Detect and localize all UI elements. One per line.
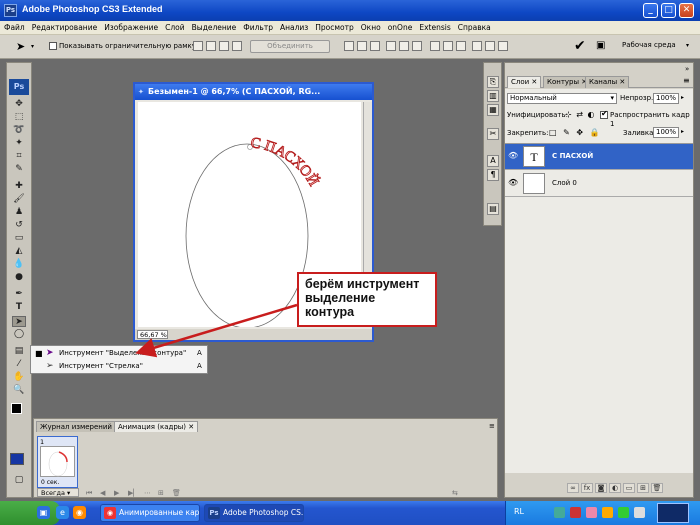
paragraph-panel-icon[interactable]: ¶ [487, 169, 499, 181]
histogram-panel-icon[interactable]: ▥ [487, 90, 499, 102]
brushes-panel-icon[interactable]: ▤ [487, 203, 499, 215]
layer-thumbnail [523, 173, 545, 194]
ie-quicklaunch-icon[interactable]: e [56, 506, 69, 519]
tab-label: Каналы [589, 78, 618, 86]
panel-menu-icon[interactable]: ≡ [683, 76, 690, 85]
convert-timeline-icon[interactable]: ⇆ [452, 489, 458, 497]
taskbar-item-label: Анимированные кар... [119, 508, 200, 517]
tab-layers[interactable]: Слои ✕ [507, 76, 542, 88]
opacity-label: Непрозр.: [620, 94, 656, 102]
layers-bottom-toolbar: ∞ fx ◙ ◐ ▭ ⊞ 🗑 [567, 483, 691, 495]
navigator-panel-icon[interactable]: ⎘ [487, 76, 499, 88]
start-button[interactable] [0, 501, 60, 525]
layer-row-base[interactable]: 👁 Слой 0 [505, 171, 693, 197]
taskbar-item-browser[interactable]: ◉ Анимированные кар... [100, 504, 200, 522]
tools-presets-panel-icon[interactable]: ✂ [487, 128, 499, 140]
tab-channels[interactable]: Каналы ✕ [585, 76, 630, 88]
tray-antivirus-icon[interactable] [570, 507, 581, 518]
taskbar-item-label: Adobe Photoshop CS... [223, 508, 304, 517]
layers-panel: » Слои ✕ Контуры ✕ Каналы ✕ ≡ Нормальный… [504, 62, 694, 498]
tab-label: Слои [511, 78, 530, 86]
delete-frame-icon[interactable]: 🗑 [172, 489, 181, 497]
tray-volume-icon[interactable] [634, 507, 645, 518]
tray-app-icon[interactable] [586, 507, 597, 518]
layer-thumbnail-text: T [523, 146, 545, 167]
blend-mode-value: Нормальный [510, 94, 557, 102]
new-group-icon[interactable]: ▭ [623, 483, 635, 493]
opacity-chevron-icon[interactable]: ▸ [681, 94, 684, 101]
first-frame-icon[interactable]: ⏮ [86, 489, 92, 498]
tab-animation-frames[interactable]: Анимация (кадры) ✕ [114, 421, 199, 432]
lock-icons[interactable]: □ ✎ ✥ 🔒 [549, 128, 602, 137]
taskbar: ▣ e ◉ ◉ Анимированные кар... Ps Adobe Ph… [0, 501, 700, 525]
layer-mask-icon[interactable]: ◙ [595, 483, 607, 493]
callout-line-1: берём инструмент [305, 277, 420, 291]
layers-controls: Нормальный ▾ Непрозр.: 100% ▸ Унифицирова… [505, 89, 693, 147]
next-frame-icon[interactable]: ▶▏ [128, 489, 139, 497]
tween-icon[interactable]: ⋯ [144, 489, 151, 497]
chevron-down-icon: ▾ [610, 94, 614, 102]
loop-options-select[interactable]: Всегда ▾ [37, 488, 79, 497]
tab-paths[interactable]: Контуры ✕ [543, 76, 592, 88]
callout-line-2: выделение [305, 291, 376, 305]
blend-mode-select[interactable]: Нормальный ▾ [507, 93, 617, 104]
annotation-callout: берём инструмент выделение контура [297, 272, 437, 327]
visibility-eye-icon[interactable]: 👁 [508, 179, 518, 187]
frame-number: 1 [40, 438, 45, 446]
lock-label: Закрепить: [507, 129, 549, 137]
character-panel-icon[interactable]: A [487, 155, 499, 167]
photoshop-icon: Ps [208, 507, 220, 519]
animation-frame[interactable]: 1 0 сек. [37, 436, 78, 488]
adjustment-layer-icon[interactable]: ◐ [609, 483, 621, 493]
tray-update-icon[interactable] [602, 507, 613, 518]
layer-name: С ПАСХОЙ [552, 152, 594, 160]
tab-label: Контуры [547, 78, 580, 86]
browser-icon: ◉ [104, 507, 116, 519]
animation-panel: Журнал измерений Анимация (кадры) ✕ ≡ 1 … [33, 418, 498, 498]
link-layers-icon[interactable]: ∞ [567, 483, 579, 493]
layer-row-text[interactable]: 👁 T С ПАСХОЙ [505, 144, 693, 170]
check-icon: ✔ [601, 109, 608, 118]
frame-delay[interactable]: 0 сек. [41, 479, 59, 486]
duplicate-frame-icon[interactable]: ⊞ [158, 489, 164, 497]
layers-list: 👁 T С ПАСХОЙ 👁 Слой 0 [505, 143, 693, 473]
layers-tabs: Слои ✕ Контуры ✕ Каналы ✕ ≡ [505, 75, 693, 88]
fill-label: Заливка: [623, 129, 656, 137]
layer-name: Слой 0 [552, 179, 577, 187]
unify-label: Унифицировать: [507, 111, 568, 119]
opacity-field[interactable]: 100% [653, 93, 679, 104]
callout-line-3: контура [305, 305, 355, 319]
tray-thumbnail[interactable] [657, 503, 689, 523]
play-icon[interactable]: ▶ [114, 489, 119, 497]
layer-style-icon[interactable]: fx [581, 483, 593, 493]
tab-label: Анимация (кадры) [118, 423, 187, 431]
info-panel-icon[interactable]: ▦ [487, 104, 499, 116]
system-tray: RL [505, 501, 700, 525]
frame-thumbnail-art [48, 451, 68, 477]
loop-value: Всегда [41, 489, 65, 497]
panel-menu-icon[interactable]: ≡ [489, 422, 495, 430]
delete-layer-icon[interactable]: 🗑 [651, 483, 663, 493]
panel-collapse-icon[interactable]: » [685, 65, 689, 73]
new-layer-icon[interactable]: ⊞ [637, 483, 649, 493]
tab-measurement-log[interactable]: Журнал измерений [36, 421, 116, 432]
unify-icons[interactable]: ⊹ ⇄ ◐ [565, 110, 595, 119]
tray-status-icon[interactable] [618, 507, 629, 518]
language-indicator[interactable]: RL [514, 507, 524, 516]
tray-network-icon[interactable] [554, 507, 565, 518]
propagate-label: Распространить кадр 1 [610, 111, 690, 128]
taskbar-item-photoshop[interactable]: Ps Adobe Photoshop CS... [204, 504, 304, 522]
fill-field[interactable]: 100% [653, 127, 679, 138]
prev-frame-icon[interactable]: ◀ [100, 489, 105, 497]
visibility-eye-icon[interactable]: 👁 [508, 152, 518, 160]
panel-dock-icons: ⎘ ▥ ▦ ✂ A ¶ ▤ [483, 62, 502, 226]
frame-thumbnail [40, 446, 75, 477]
firefox-quicklaunch-icon[interactable]: ◉ [73, 506, 86, 519]
fill-chevron-icon[interactable]: ▸ [681, 128, 684, 135]
show-desktop-icon[interactable]: ▣ [37, 506, 50, 519]
